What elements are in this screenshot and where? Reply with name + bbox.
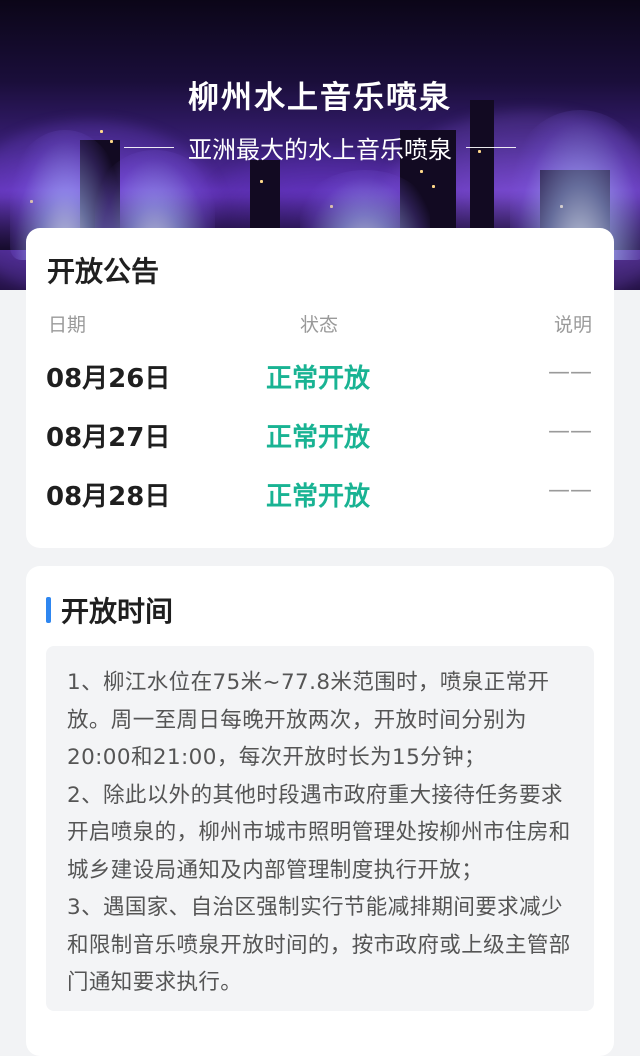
hours-heading: 开放时间 [46, 590, 173, 630]
table-row: 08月27日 正常开放 —— [26, 417, 614, 457]
hours-text: 1、柳江水位在75米~77.8米范围时，喷泉正常开放。周一至周日每晚开放两次，开… [67, 664, 577, 1002]
page-title: 柳州水上音乐喷泉 [188, 80, 452, 116]
hours-paragraph: 1、柳江水位在75米~77.8米范围时，喷泉正常开放。周一至周日每晚开放两次，开… [67, 670, 550, 770]
hero-subtitle: 亚洲最大的水上音乐喷泉 [0, 130, 640, 165]
hours-card: 开放时间 1、柳江水位在75米~77.8米范围时，喷泉正常开放。周一至周日每晚开… [26, 566, 614, 1056]
row-status: 正常开放 [266, 364, 371, 394]
row-note: —— [548, 419, 592, 444]
heading-accent-bar [46, 597, 51, 623]
row-date: 08月28日 [46, 482, 171, 512]
column-header-note: 说明 [553, 314, 592, 336]
row-status: 正常开放 [266, 423, 371, 453]
table-row: 08月26日 正常开放 —— [26, 358, 614, 398]
hours-paragraph: 3、遇国家、自治区强制实行节能减排期间要求减少和限制音乐喷泉开放时间的，按市政府… [67, 895, 571, 995]
hours-title: 开放时间 [61, 595, 174, 628]
column-header-date: 日期 [48, 314, 87, 336]
row-note: —— [548, 478, 592, 503]
row-date: 08月26日 [46, 364, 171, 394]
hours-info-box: 1、柳江水位在75米~77.8米范围时，喷泉正常开放。周一至周日每晚开放两次，开… [46, 646, 594, 1011]
row-date: 08月27日 [46, 423, 171, 453]
notice-title: 开放公告 [47, 255, 160, 288]
subtitle-right-dash [466, 147, 516, 148]
notice-card: 开放公告 日期 状态 说明 08月26日 正常开放 —— 08月27日 正常开放… [26, 228, 614, 548]
column-header-status: 状态 [300, 314, 339, 336]
hours-paragraph: 2、除此以外的其他时段遇市政府重大接待任务要求开启喷泉的，柳州市城市照明管理处按… [67, 782, 571, 883]
table-row: 08月28日 正常开放 —— [26, 476, 614, 516]
row-note: —— [548, 360, 592, 385]
subtitle-left-dash [124, 147, 174, 148]
row-status: 正常开放 [266, 482, 371, 512]
subtitle-text: 亚洲最大的水上音乐喷泉 [188, 136, 452, 164]
